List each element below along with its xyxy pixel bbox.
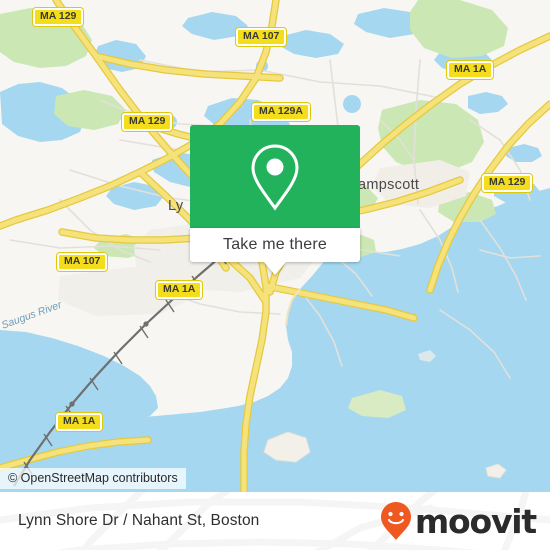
- take-me-there-label: Take me there: [223, 236, 327, 253]
- take-me-there-callout[interactable]: Take me there: [190, 125, 360, 262]
- road-shield: MA 1A: [56, 413, 103, 431]
- osm-attribution[interactable]: © OpenStreetMap contributors: [0, 468, 186, 489]
- road-shield: MA 1A: [447, 61, 494, 79]
- footer-content: Lynn Shore Dr / Nahant St, Boston moovit: [0, 492, 550, 550]
- footer-bar: Lynn Shore Dr / Nahant St, Boston moovit: [0, 492, 550, 550]
- map-pin-icon: [251, 143, 299, 211]
- road-shield: MA 129A: [252, 103, 310, 121]
- road-shield: MA 107: [57, 253, 108, 271]
- take-me-there-button[interactable]: Take me there: [190, 228, 360, 262]
- road-shield: MA 129: [122, 113, 173, 131]
- road-shield: MA 1A: [156, 281, 203, 299]
- moovit-map-screenshot: MA 129 MA 107 MA 1A MA 129A MA 129 MA 12…: [0, 0, 550, 550]
- location-title: Lynn Shore Dr / Nahant St, Boston: [18, 512, 260, 529]
- moovit-brand[interactable]: moovit: [379, 501, 537, 541]
- callout-tail: [264, 262, 286, 275]
- callout-pin-area: [190, 125, 360, 228]
- moovit-wordmark: moovit: [414, 501, 537, 541]
- road-shield: MA 129: [482, 174, 533, 192]
- road-shield: MA 107: [236, 28, 287, 46]
- road-shield: MA 129: [33, 8, 84, 26]
- moovit-pin-icon: [380, 502, 411, 540]
